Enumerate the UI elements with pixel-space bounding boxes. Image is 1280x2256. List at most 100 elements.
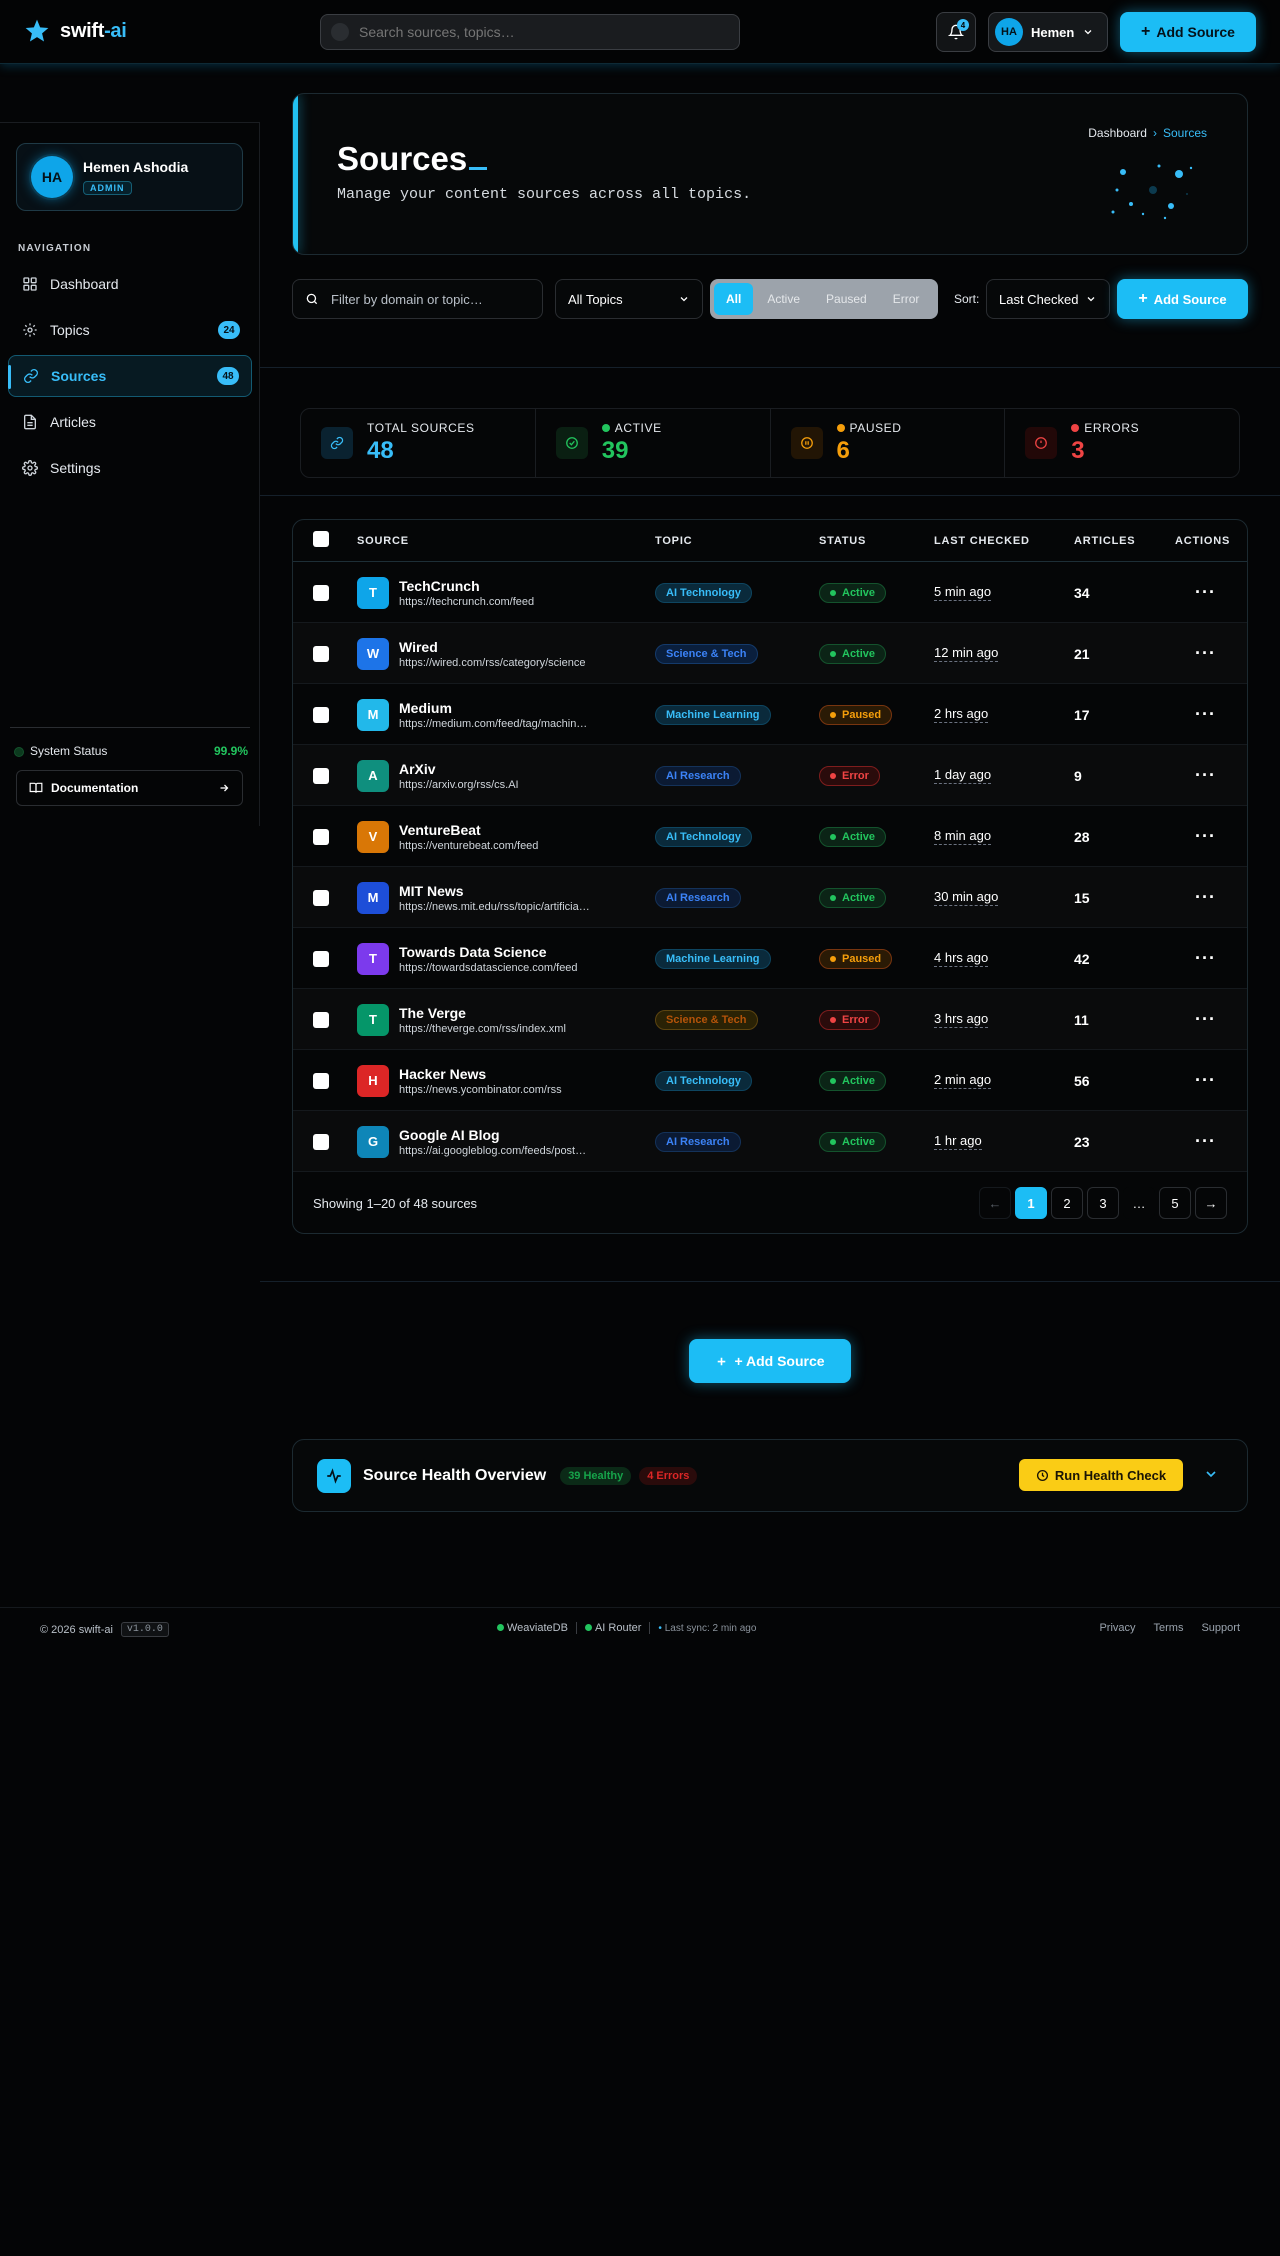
column-header[interactable]: STATUS [819,535,866,547]
footer-link-terms[interactable]: Terms [1154,1622,1184,1634]
table-row[interactable]: V VentureBeat https://venturebeat.com/feed… [293,806,1247,867]
source-name[interactable]: The Verge [399,1005,566,1021]
source-name[interactable]: MIT News [399,883,590,899]
row-actions-button[interactable]: ··· [1195,867,1216,928]
row-checkbox[interactable] [313,562,329,623]
row-checkbox[interactable] [313,867,329,928]
source-avatar: M [357,881,389,914]
notifications-button[interactable]: 4 [936,12,976,52]
clock-icon [1036,1469,1048,1481]
segment-all[interactable]: All [714,283,754,315]
row-checkbox[interactable] [313,623,329,684]
articles-cell: 42 [1074,928,1090,989]
sidebar-item-articles[interactable]: Articles [8,401,252,443]
row-checkbox[interactable] [313,745,329,806]
next-page-button[interactable]: → [1195,1187,1227,1219]
column-header[interactable]: LAST CHECKED [934,535,1030,547]
source-name[interactable]: ArXiv [399,761,519,777]
topics-icon [23,323,37,337]
column-header[interactable]: TOPIC [655,535,692,547]
source-health-panel[interactable]: Source Health Overview 39 Healthy 4 Erro… [292,1439,1248,1512]
table-row[interactable]: M Medium https://medium.com/feed/tag/machi… [293,684,1247,745]
topic-cell: AI Technology [655,562,752,623]
table-row[interactable]: H Hacker News https://news.ycombinator.com… [293,1050,1247,1111]
row-checkbox[interactable] [313,684,329,745]
row-actions-button[interactable]: ··· [1195,806,1216,867]
source-name[interactable]: Hacker News [399,1066,562,1082]
prev-page-button[interactable]: ← [979,1187,1011,1219]
select-all-checkbox[interactable] [313,531,329,550]
table-row[interactable]: T TechCrunch https://techcrunch.com/feed AI… [293,562,1247,623]
source-avatar: H [357,1064,389,1097]
row-actions-button[interactable]: ··· [1195,928,1216,989]
source-name[interactable]: Google AI Blog [399,1127,586,1143]
breadcrumb-dashboard[interactable]: Dashboard [1088,126,1147,140]
version-badge: v1.0.0 [120,1622,169,1637]
topic-pill: AI Research [655,1131,741,1152]
add-source-button[interactable]: + Add Source [1117,279,1248,319]
user-menu-button[interactable]: HA Hemen [988,12,1108,52]
topic-select[interactable]: All Topics [555,279,703,319]
profile-card[interactable]: HA Hemen Ashodia ADMIN [16,143,243,211]
page-button-5[interactable]: 5 [1159,1187,1191,1219]
source-name[interactable]: Towards Data Science [399,944,578,960]
source-name[interactable]: TechCrunch [399,578,534,594]
source-name[interactable]: VentureBeat [399,822,538,838]
page-button-1[interactable]: 1 [1015,1187,1047,1219]
segment-paused[interactable]: Paused [814,283,879,315]
row-actions-button[interactable]: ··· [1195,623,1216,684]
page-button-3[interactable]: 3 [1087,1187,1119,1219]
top-bar: swift-ai 4 HA Hemen + Add Source [0,0,1280,64]
articles-cell: 9 [1074,745,1082,806]
add-source-cta-button[interactable]: + Add Source [689,1339,851,1383]
sidebar-item-sources[interactable]: Sources 48 [8,355,252,397]
source-url: https://medium.com/feed/tag/machin… [399,717,588,730]
table-row[interactable]: A ArXiv https://arxiv.org/rss/cs.AI AI Rese… [293,745,1247,806]
row-checkbox[interactable] [313,806,329,867]
stat-paused: PAUSED 6 [771,409,1006,477]
topic-cell: Science & Tech [655,989,758,1050]
table-row[interactable]: T The Verge https://theverge.com/rss/index… [293,989,1247,1050]
sidebar-item-dashboard[interactable]: Dashboard [8,263,252,305]
status-dot-icon [836,424,845,432]
topic-pill: AI Research [655,765,741,786]
row-checkbox[interactable] [313,989,329,1050]
chevron-down-icon[interactable] [1203,1466,1219,1482]
table-row[interactable]: T Towards Data Science https://towardsdata… [293,928,1247,989]
segment-error[interactable]: Error [881,283,932,315]
source-name[interactable]: Medium [399,700,587,716]
domain-filter-input[interactable]: Filter by domain or topic… [292,279,543,319]
table-row[interactable]: M MIT News https://news.mit.edu/rss/topic/… [293,867,1247,928]
topic-cell: Machine Learning [655,684,771,745]
sources-table: SOURCE TOPIC STATUS LAST CHECKED ARTICLE… [292,519,1248,1234]
add-source-button[interactable]: + Add Source [1120,12,1256,52]
sidebar-item-settings[interactable]: Settings [8,447,252,489]
search-input[interactable] [359,24,719,40]
row-checkbox[interactable] [313,928,329,989]
page-button-2[interactable]: 2 [1051,1187,1083,1219]
footer-link-privacy[interactable]: Privacy [1099,1622,1135,1634]
row-actions-button[interactable]: ··· [1195,745,1216,806]
logo[interactable]: swift-ai [24,18,127,44]
sidebar-item-label: Topics [50,322,90,338]
row-actions-button[interactable]: ··· [1195,989,1216,1050]
column-header[interactable]: ARTICLES [1074,535,1135,547]
segment-active[interactable]: Active [755,283,812,315]
global-search[interactable] [320,14,740,50]
row-actions-button[interactable]: ··· [1195,1050,1216,1111]
source-name[interactable]: Wired [399,639,585,655]
footer-link-support[interactable]: Support [1201,1622,1240,1634]
row-checkbox[interactable] [313,1111,329,1172]
sort-select[interactable]: Last Checked [986,279,1110,319]
topic-pill: AI Technology [655,582,752,603]
row-checkbox[interactable] [313,1050,329,1111]
run-health-check-button[interactable]: Run Health Check [1019,1459,1183,1491]
table-row[interactable]: W Wired https://wired.com/rss/category/sci… [293,623,1247,684]
column-header[interactable]: SOURCE [357,535,409,547]
documentation-button[interactable]: Documentation [16,770,243,806]
row-actions-button[interactable]: ··· [1195,1111,1216,1172]
sidebar-item-topics[interactable]: Topics 24 [8,309,252,351]
row-actions-button[interactable]: ··· [1195,562,1216,623]
row-actions-button[interactable]: ··· [1195,684,1216,745]
table-row[interactable]: G Google AI Blog https://ai.googleblog.com… [293,1111,1247,1172]
